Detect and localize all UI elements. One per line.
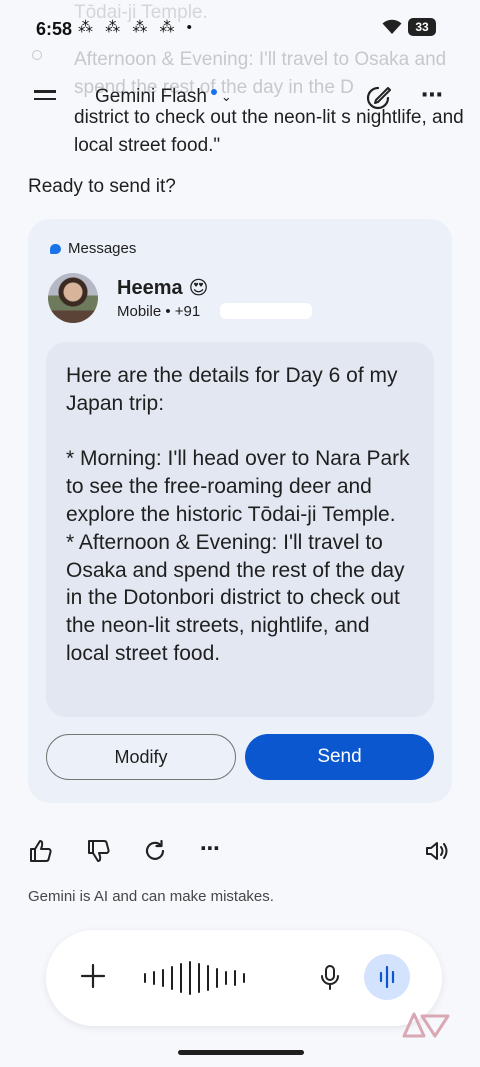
home-indicator[interactable] — [178, 1050, 304, 1055]
live-voice-icon — [379, 965, 395, 989]
thumbs-up-icon[interactable] — [28, 838, 54, 864]
avatar — [48, 273, 98, 323]
disclaimer: Gemini is AI and can make mistakes. — [28, 888, 274, 905]
menu-icon[interactable] — [34, 90, 58, 106]
emoji: 😍 — [188, 278, 209, 299]
plus-icon[interactable] — [80, 963, 106, 989]
thumbs-down-icon[interactable] — [86, 838, 112, 864]
ready-prompt: Ready to send it? — [28, 176, 176, 197]
battery-icon: 33 — [408, 18, 436, 36]
messages-app-icon — [50, 243, 61, 254]
watermark-logo — [402, 1012, 450, 1038]
message-draft: Here are the details for Day 6 of my Jap… — [46, 342, 434, 717]
mic-icon[interactable] — [318, 963, 342, 991]
response-actions: ⋯ — [0, 836, 480, 868]
response-text: district to check out the neon-lit s nig… — [74, 107, 464, 156]
more-actions-icon[interactable]: ⋯ — [200, 836, 220, 861]
contact-name: Heema 😍 — [117, 277, 208, 300]
faded-response-text: Tōdai-ji Temple. — [74, 2, 208, 23]
contact-number: Mobile • +91 — [117, 303, 201, 320]
input-bar — [46, 930, 442, 1026]
bullet-icon — [32, 50, 42, 60]
new-indicator-dot — [210, 89, 217, 95]
contact-name-text: Heema — [117, 277, 183, 299]
speaker-icon[interactable] — [424, 838, 450, 864]
chevron-down-icon: ⌄ — [220, 89, 232, 104]
waveform-icon — [144, 960, 245, 996]
status-time: 6:58 — [36, 19, 73, 39]
regenerate-icon[interactable] — [142, 838, 168, 864]
redacted-number — [220, 303, 312, 319]
status-right: 33 — [382, 18, 436, 36]
live-voice-button[interactable] — [364, 954, 410, 1000]
card-app-label: Messages — [50, 240, 136, 257]
app-name: Messages — [68, 240, 137, 257]
send-button[interactable]: Send — [245, 734, 434, 780]
wifi-icon — [382, 19, 402, 34]
message-card: Messages Heema 😍 Mobile • +91 Here are t… — [28, 219, 452, 803]
modify-button[interactable]: Modify — [46, 734, 236, 780]
